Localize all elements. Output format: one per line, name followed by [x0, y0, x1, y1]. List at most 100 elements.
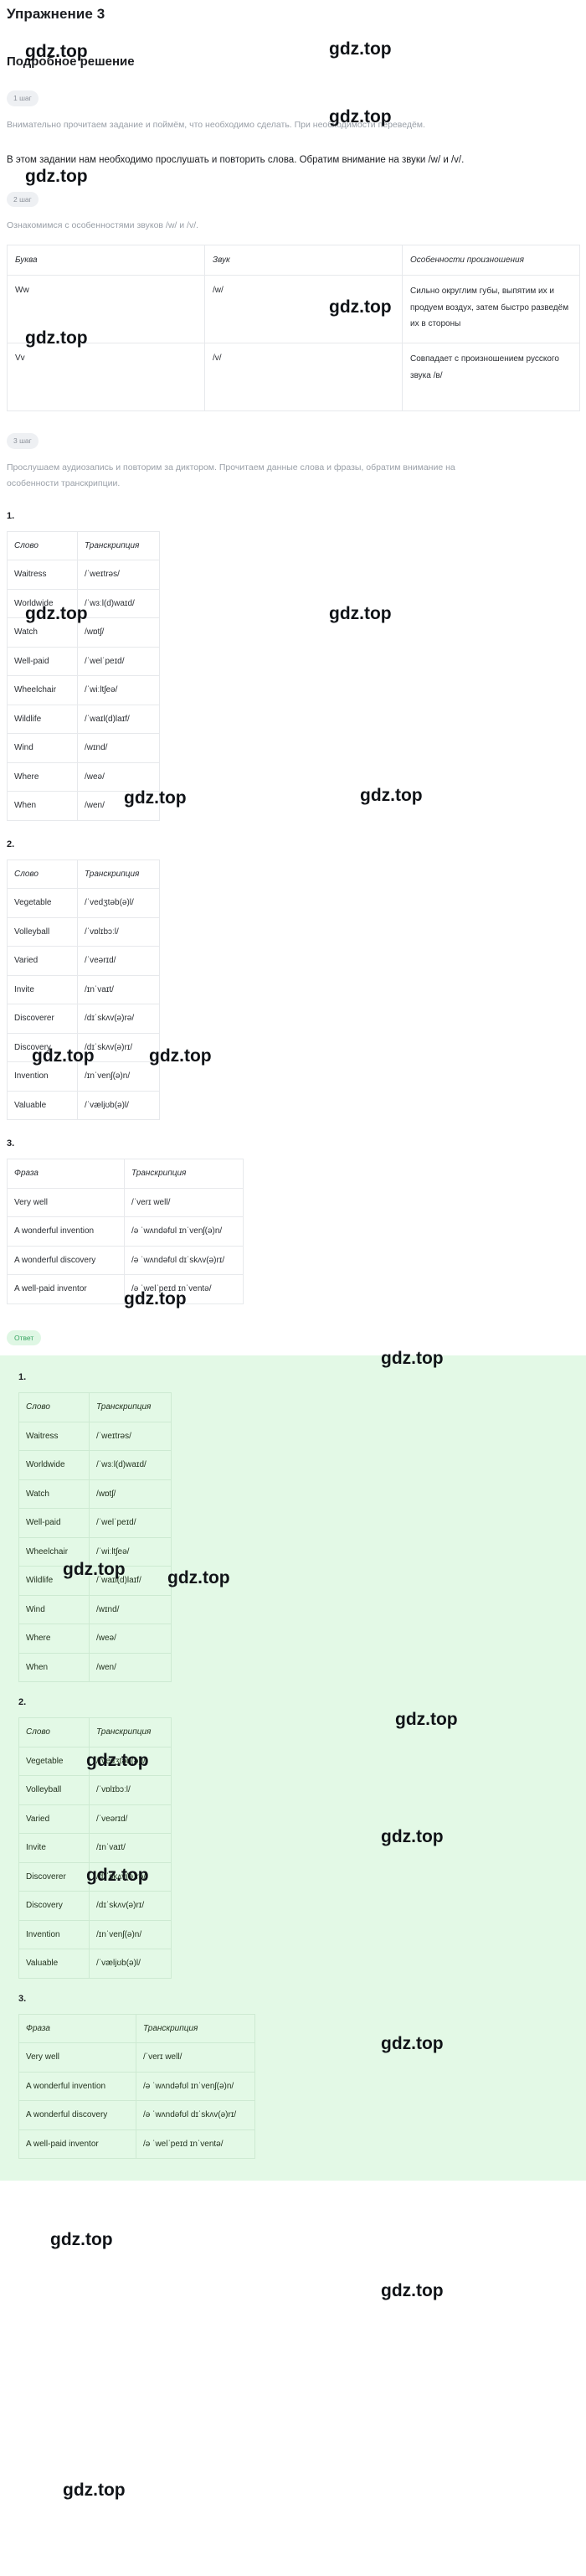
word-cell: Valuable	[18, 1949, 90, 1979]
word-cell: Watch	[18, 1479, 90, 1510]
words-table-2: Слово Транскрипция Vegetable/ˈvedʒtəb(ə)…	[7, 859, 160, 1121]
table-row: Varied/ˈveərɪd/	[18, 1804, 172, 1835]
transcription-cell: /ˈweɪtrəs/	[77, 560, 160, 590]
transcription-cell: /wɪnd/	[89, 1594, 172, 1625]
transcription-cell: /ˈwelˈpeɪd/	[89, 1508, 172, 1538]
sounds-table: Буква Звук Особенности произношения Ww /…	[7, 244, 580, 412]
transcription-cell: /ˈwiːltʃeə/	[77, 675, 160, 705]
transcription-cell: /dɪˈskʌv(ə)rə/	[77, 1004, 160, 1034]
phrases-header-phrase: Фраза	[18, 2013, 136, 2044]
sounds-header-letter: Буква	[7, 244, 205, 276]
table-row: When/wen/	[7, 791, 160, 821]
words-header-transcription: Транскрипция	[77, 859, 160, 890]
transcription-cell: /ɪnˈvaɪt/	[77, 974, 160, 1005]
table-header-row: Буква Звук Особенности произношения	[7, 244, 580, 276]
step-3-paragraph-1: Прослушаем аудиозапись и повторим за дик…	[7, 462, 455, 489]
transcription-cell: /weə/	[89, 1624, 172, 1654]
transcription-cell: /ə ˈwʌndəfʊl ɪnˈvenʃ(ə)n/	[124, 1216, 244, 1247]
sounds-cell-sound: /w/	[204, 275, 403, 344]
table-row: Volleyball/ˈvɒlɪbɔːl/	[18, 1775, 172, 1805]
step-2-paragraph-1: Ознакомимся с особенностями звуков /w/ и…	[7, 220, 199, 231]
word-cell: Volleyball	[18, 1775, 90, 1805]
table-row: Volleyball/ˈvɒlɪbɔːl/	[7, 916, 160, 947]
word-cell: Discoverer	[18, 1861, 90, 1892]
sounds-header-features: Особенности произношения	[402, 244, 580, 276]
transcription-cell: /dɪˈskʌv(ə)rə/	[89, 1861, 172, 1892]
table-row: Discoverer/dɪˈskʌv(ə)rə/	[18, 1861, 172, 1892]
words-header-word: Слово	[7, 859, 78, 890]
table-header-row: Слово Транскрипция	[7, 859, 160, 890]
transcription-cell: /ə ˈwʌndəfʊl ɪnˈvenʃ(ə)n/	[136, 2071, 255, 2102]
answer-words-table-1: Слово Транскрипция Waitress/ˈweɪtrəs/Wor…	[18, 1392, 172, 1683]
word-cell: Varied	[7, 946, 78, 976]
table-header-row: Слово Транскрипция	[18, 1717, 172, 1747]
word-cell: Worldwide	[18, 1450, 90, 1480]
transcription-cell: /ə ˈwelˈpeɪd ɪnˈventə/	[124, 1274, 244, 1304]
phrases-table-body: Very well/ˈverɪ well/A wonderful inventi…	[7, 1187, 244, 1304]
word-cell: Vegetable	[7, 888, 78, 918]
answer-content: 1. Слово Транскрипция Waitress/ˈweɪtrəs/…	[0, 1355, 586, 2181]
phrase-cell: A well-paid inventor	[7, 1274, 125, 1304]
words-header-transcription: Транскрипция	[89, 1392, 172, 1422]
table-header-row: Слово Транскрипция	[7, 530, 160, 561]
table-row: Invite/ɪnˈvaɪt/	[7, 974, 160, 1005]
table-row: Varied/ˈveərɪd/	[7, 946, 160, 976]
table-row: Where/weə/	[18, 1624, 172, 1654]
sounds-header-sound: Звук	[204, 244, 403, 276]
table-row: Discoverer/dɪˈskʌv(ə)rə/	[7, 1004, 160, 1034]
table-row: Waitress/ˈweɪtrəs/	[7, 560, 160, 590]
transcription-cell: /wɒtʃ/	[77, 617, 160, 648]
table-row: Wildlife/ˈwaɪl(d)laɪf/	[7, 704, 160, 735]
table-row: Invention/ɪnˈvenʃ(ə)n/	[18, 1919, 172, 1950]
transcription-cell: /ˈwaɪl(d)laɪf/	[77, 704, 160, 735]
transcription-cell: /wen/	[89, 1652, 172, 1683]
table-row: Wheelchair/ˈwiːltʃeə/	[7, 675, 160, 705]
step-badge-1: 1 шаг	[7, 90, 39, 106]
transcription-cell: /ə ˈwelˈpeɪd ɪnˈventə/	[136, 2129, 255, 2160]
table-row: A well-paid inventor/ə ˈwelˈpeɪd ɪnˈvent…	[18, 2129, 255, 2160]
transcription-cell: /ˈwɜːl(d)waɪd/	[77, 588, 160, 619]
table-row: A wonderful invention/ə ˈwʌndəfʊl ɪnˈven…	[18, 2071, 255, 2102]
phrases-header-transcription: Транскрипция	[136, 2013, 255, 2044]
word-cell: Where	[18, 1624, 90, 1654]
transcription-cell: /ˈverɪ well/	[124, 1187, 244, 1218]
transcription-cell: /ɪnˈvenʃ(ə)n/	[89, 1919, 172, 1950]
table-row: Very well/ˈverɪ well/	[7, 1187, 244, 1218]
word-cell: Vegetable	[18, 1746, 90, 1777]
word-cell: Worldwide	[7, 588, 78, 619]
phrase-cell: Very well	[18, 2042, 136, 2073]
step-1-block: 1 шаг Внимательно прочитаем задание и по…	[7, 69, 579, 170]
word-cell: Wind	[18, 1594, 90, 1625]
word-cell: When	[7, 791, 78, 821]
word-cell: Watch	[7, 617, 78, 648]
table-row: Ww /w/ Сильно округлим губы, выпятим их …	[7, 275, 580, 344]
solution-page: Упражнение 3 Подробное решение 1 шаг Вни…	[0, 0, 586, 2576]
word-cell: Waitress	[18, 1421, 90, 1452]
answer-words-table-2-body: Vegetable/ˈvedʒtəb(ə)l/Volleyball/ˈvɒlɪb…	[18, 1746, 172, 1979]
step-badge-3: 3 шаг	[7, 433, 39, 449]
phrase-cell: A wonderful discovery	[18, 2100, 136, 2130]
answer-words-table-2: Слово Транскрипция Vegetable/ˈvedʒtəb(ə)…	[18, 1717, 172, 1979]
table-row: Vv /v/ Совпадает с произношением русског…	[7, 343, 580, 412]
transcription-cell: /ˈweɪtrəs/	[89, 1421, 172, 1452]
table-row: A wonderful discovery/ə ˈwʌndəfʊl dɪˈskʌ…	[18, 2100, 255, 2130]
answer-list-number-1: 1.	[18, 1372, 27, 1383]
sounds-cell-sound: /v/	[204, 343, 403, 412]
table-row: Wheelchair/ˈwiːltʃeə/	[18, 1536, 172, 1567]
transcription-cell: /ə ˈwʌndəfʊl dɪˈskʌv(ə)rɪ/	[124, 1245, 244, 1276]
table-header-row: Фраза Транскрипция	[18, 2013, 255, 2044]
step-2-block: 2 шаг Ознакомимся с особенностями звуков…	[7, 170, 580, 412]
phrases-header-transcription: Транскрипция	[124, 1159, 244, 1189]
words-table-2-body: Vegetable/ˈvedʒtəb(ə)l/Volleyball/ˈvɒlɪb…	[7, 888, 160, 1121]
table-row: Vegetable/ˈvedʒtəb(ə)l/	[7, 888, 160, 918]
word-cell: Where	[7, 761, 78, 792]
transcription-cell: /wen/	[77, 791, 160, 821]
transcription-cell: /ˈverɪ well/	[136, 2042, 255, 2073]
word-cell: Valuable	[7, 1090, 78, 1121]
list-number-1: 1.	[7, 510, 15, 521]
word-cell: Wildlife	[18, 1566, 90, 1596]
word-cell: Volleyball	[7, 916, 78, 947]
table-row: Invite/ɪnˈvaɪt/	[18, 1833, 172, 1863]
transcription-cell: /ɪnˈvenʃ(ə)n/	[77, 1061, 160, 1092]
page-title: Упражнение 3	[7, 6, 105, 22]
